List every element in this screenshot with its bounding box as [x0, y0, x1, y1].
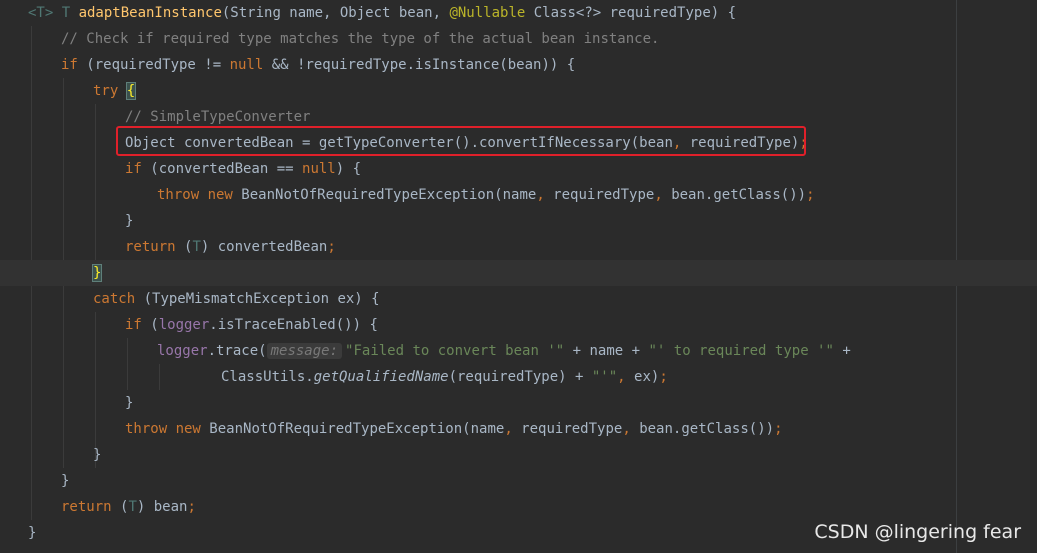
code-line[interactable]: <T> T adaptBeanInstance(String name, Obj… [0, 0, 1037, 26]
keyword-token: ; [187, 499, 196, 515]
parameter-hint: message: [266, 343, 343, 359]
keyword-token: return [125, 239, 185, 255]
comment-token: // Check if required type matches the ty… [61, 31, 660, 47]
type-param-token: <T> [28, 5, 62, 21]
code-line[interactable]: throw new BeanNotOfRequiredTypeException… [0, 416, 1037, 442]
keyword-token: try [93, 83, 119, 99]
keyword-token: ; [774, 421, 783, 437]
keyword-token: , [617, 369, 626, 385]
code-token: + name + [564, 343, 649, 359]
code-token: .isTraceEnabled()) { [209, 317, 378, 333]
code-line[interactable]: return (T) bean; [0, 494, 1037, 520]
code-token: bean.getClass()) [630, 421, 775, 437]
code-token: ) bean [136, 499, 188, 515]
highlight-annotation-box [116, 126, 806, 156]
string-token: "' to required type '" [648, 343, 834, 359]
code-token: && !requiredType.isInstance(bean)) { [263, 57, 576, 73]
code-token: } [93, 447, 102, 463]
keyword-token: null [302, 161, 336, 177]
keyword-token: throw new [125, 421, 210, 437]
code-line[interactable]: if (convertedBean == null) { [0, 156, 1037, 182]
code-editor[interactable]: <T> T adaptBeanInstance(String name, Obj… [0, 0, 1037, 553]
matched-brace: } [91, 264, 103, 282]
code-line[interactable]: logger.trace(message: "Failed to convert … [0, 338, 1037, 364]
code-line[interactable]: ClassUtils.getQualifiedName(requiredType… [0, 364, 1037, 390]
code-token: (requiredType) + [448, 369, 592, 385]
code-token: (String name, Object bean, [221, 5, 450, 21]
keyword-token: if [125, 317, 142, 333]
string-token: "Failed to convert bean '" [345, 343, 565, 359]
annotation-token: @Nullable [449, 5, 526, 21]
comment-token: // SimpleTypeConverter [125, 109, 311, 125]
static-method-token: getQualifiedName [313, 369, 449, 385]
code-token: } [125, 395, 134, 411]
code-token: } [125, 213, 134, 229]
code-line[interactable]: } [0, 390, 1037, 416]
keyword-token: , [622, 421, 631, 437]
code-token: (convertedBean == [141, 161, 303, 177]
keyword-token: if [125, 161, 142, 177]
keyword-token: ; [806, 187, 815, 203]
code-token: .trace( [207, 343, 267, 359]
keyword-token: if [61, 57, 78, 73]
keyword-token: null [229, 57, 264, 73]
string-token: "'" [591, 369, 618, 385]
code-token: ( [141, 317, 159, 333]
type-param-token: T [192, 239, 201, 255]
method-name-token: adaptBeanInstance [78, 5, 222, 21]
code-token: requiredType [544, 187, 655, 203]
code-token: bean.getClass()) [662, 187, 807, 203]
code-token: } [61, 473, 70, 489]
code-token: ) convertedBean [200, 239, 328, 255]
code-token: + [833, 343, 851, 359]
keyword-token: catch [93, 291, 136, 307]
code-line[interactable]: try { [0, 78, 1037, 104]
code-token: BeanNotOfRequiredTypeException(name [209, 421, 505, 437]
code-token: } [28, 525, 37, 541]
code-line[interactable]: return (T) convertedBean; [0, 234, 1037, 260]
field-token: logger [158, 317, 210, 333]
code-token: ) { [335, 161, 362, 177]
keyword-token: , [504, 421, 513, 437]
code-token: (requiredType != [77, 57, 230, 73]
code-line[interactable]: } [0, 442, 1037, 468]
code-line[interactable]: // Check if required type matches the ty… [0, 26, 1037, 52]
keyword-token: , [654, 187, 663, 203]
type-param-token: T [128, 499, 137, 515]
code-token: ClassUtils. [221, 369, 314, 385]
keyword-token: ; [659, 369, 668, 385]
keyword-token: return [61, 499, 121, 515]
keyword-token: throw new [157, 187, 242, 203]
code-token: ex) [625, 369, 660, 385]
code-token: (TypeMismatchException ex) { [135, 291, 380, 307]
code-line[interactable]: throw new BeanNotOfRequiredTypeException… [0, 182, 1037, 208]
code-token: requiredType [512, 421, 623, 437]
field-token: logger [157, 343, 208, 359]
code-line[interactable]: catch (TypeMismatchException ex) { [0, 286, 1037, 312]
code-line[interactable]: } [0, 468, 1037, 494]
type-param-token: T [61, 5, 79, 21]
keyword-token: ; [327, 239, 336, 255]
code-line[interactable]: if (logger.isTraceEnabled()) { [0, 312, 1037, 338]
code-line[interactable]: if (requiredType != null && !requiredTyp… [0, 52, 1037, 78]
keyword-token: , [536, 187, 545, 203]
matched-brace: { [125, 82, 137, 100]
code-line-current[interactable]: } [0, 260, 1037, 286]
code-token: BeanNotOfRequiredTypeException(name [241, 187, 537, 203]
watermark: CSDN @lingering fear [814, 521, 1021, 543]
code-token: Class<?> requiredType) { [525, 5, 737, 21]
code-line[interactable]: } [0, 208, 1037, 234]
